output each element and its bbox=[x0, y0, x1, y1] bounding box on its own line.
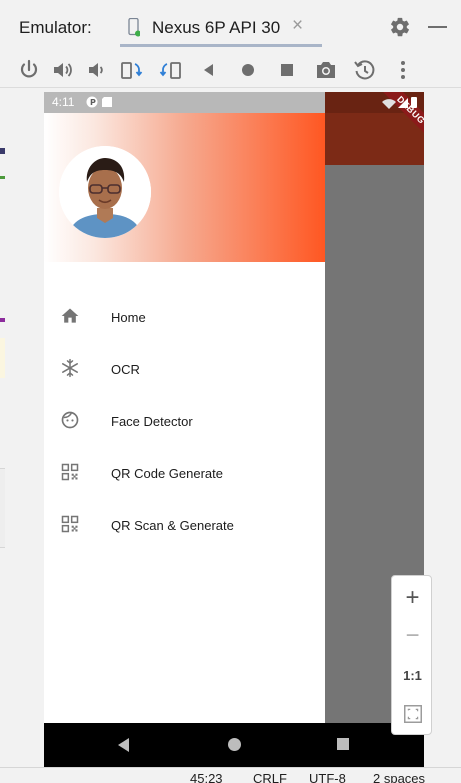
drawer-header bbox=[44, 113, 325, 262]
status-bar: 4:11 P bbox=[44, 92, 325, 113]
back-icon[interactable] bbox=[197, 58, 221, 82]
editor-mark bbox=[0, 176, 5, 179]
status-icons bbox=[382, 97, 417, 109]
menu-label: QR Code Generate bbox=[111, 466, 224, 481]
avatar bbox=[59, 146, 151, 238]
rotate-right-icon[interactable] bbox=[159, 58, 183, 82]
menu-item-face-detector[interactable]: Face Detector bbox=[44, 396, 325, 448]
menu-label: QR Scan & Generate bbox=[111, 518, 234, 533]
device-screen[interactable]: DEBUG 4:11 P Home OCR Face Detector QR C… bbox=[44, 92, 424, 767]
menu-label: OCR bbox=[111, 362, 140, 377]
editor-mark bbox=[0, 338, 5, 378]
fit-screen-icon bbox=[403, 705, 422, 723]
menu-label: Home bbox=[111, 310, 146, 325]
menu-item-home[interactable]: Home bbox=[44, 292, 325, 344]
caret-position[interactable]: 45:23 bbox=[190, 771, 223, 783]
svg-text:P: P bbox=[90, 98, 96, 107]
home-icon bbox=[61, 308, 79, 323]
tab-label: Nexus 6P API 30 bbox=[152, 18, 281, 37]
line-separator[interactable]: CRLF bbox=[253, 771, 287, 783]
nav-home-icon[interactable] bbox=[228, 738, 241, 751]
tool-window-title: Emulator: bbox=[19, 18, 92, 37]
power-icon[interactable] bbox=[17, 58, 41, 82]
volume-up-icon[interactable] bbox=[51, 58, 75, 82]
ide-status-bar: 45:23 CRLF UTF-8 2 spaces bbox=[0, 767, 461, 783]
close-icon[interactable]: × bbox=[292, 15, 303, 37]
menu-item-qr-scan-generate[interactable]: QR Scan & Generate bbox=[44, 500, 325, 552]
file-encoding[interactable]: UTF-8 bbox=[309, 771, 346, 783]
face-icon bbox=[61, 411, 79, 429]
qr-code-icon bbox=[61, 463, 79, 481]
nav-recents-icon[interactable] bbox=[337, 738, 349, 750]
rotate-left-icon[interactable] bbox=[119, 58, 143, 82]
menu-label: Face Detector bbox=[111, 414, 193, 429]
overview-icon[interactable] bbox=[275, 58, 299, 82]
gear-icon[interactable] bbox=[389, 16, 411, 38]
android-nav-bar bbox=[44, 723, 424, 767]
phone-icon bbox=[128, 18, 140, 37]
snowflake-icon bbox=[61, 358, 79, 378]
editor-mark bbox=[0, 468, 5, 548]
editor-edge bbox=[0, 88, 8, 783]
zoom-out-button[interactable]: − bbox=[392, 618, 433, 654]
tab-nexus-6p[interactable]: Nexus 6P API 30 × bbox=[120, 10, 322, 47]
notification-icons: P bbox=[86, 96, 112, 108]
more-icon[interactable] bbox=[391, 58, 415, 82]
volume-down-icon[interactable] bbox=[84, 58, 108, 82]
zoom-actual-size-button[interactable]: 1:1 bbox=[392, 658, 433, 694]
minimize-icon[interactable] bbox=[428, 26, 447, 28]
zoom-fit-button[interactable] bbox=[392, 696, 433, 732]
zoom-controls: + − 1:1 bbox=[391, 575, 432, 735]
emulator-toolbar bbox=[0, 52, 461, 88]
tool-window-header: Emulator: Nexus 6P API 30 × bbox=[0, 0, 461, 48]
camera-icon[interactable] bbox=[314, 58, 338, 82]
editor-mark bbox=[0, 148, 5, 154]
menu-item-qr-code-generate[interactable]: QR Code Generate bbox=[44, 448, 325, 500]
navigation-drawer: 4:11 P Home OCR Face Detector QR Code Ge… bbox=[44, 92, 325, 723]
snapshot-icon[interactable] bbox=[353, 58, 377, 82]
editor-mark bbox=[0, 318, 5, 322]
qr-code-icon bbox=[61, 515, 79, 533]
menu-item-ocr[interactable]: OCR bbox=[44, 344, 325, 396]
status-time: 4:11 bbox=[52, 95, 75, 109]
nav-back-icon[interactable] bbox=[118, 738, 129, 752]
home-button-icon[interactable] bbox=[236, 58, 260, 82]
zoom-in-button[interactable]: + bbox=[392, 580, 433, 616]
indent-setting[interactable]: 2 spaces bbox=[373, 771, 425, 783]
